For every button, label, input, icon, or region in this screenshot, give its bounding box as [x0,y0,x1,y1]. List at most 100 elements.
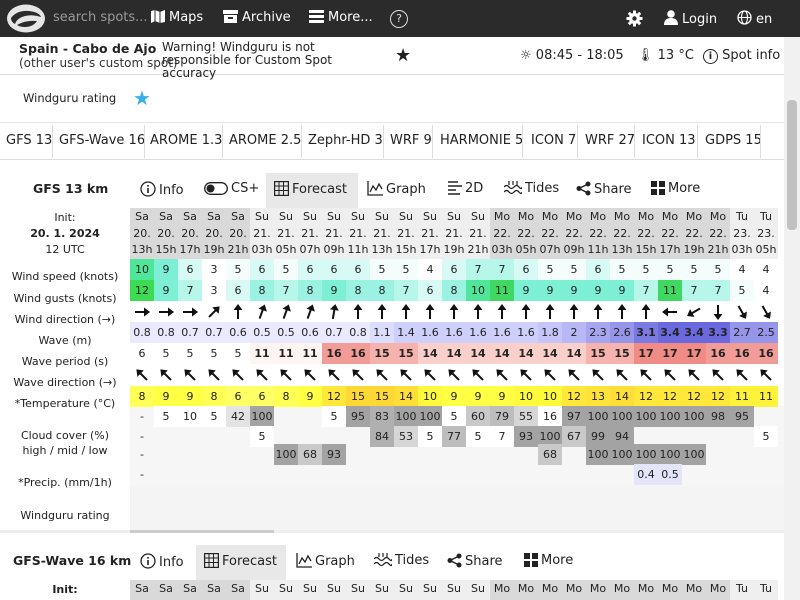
maps-link[interactable]: Maps [151,10,203,25]
cloud-high-cell: 100 [586,406,610,427]
temperature-cell: 9 [154,386,178,407]
wave-period-cell: 16 [706,343,730,364]
model-selector: GFS 13 GFS-Wave 16 AROME 1.3 AROME 2.5 Zephr… [0,123,784,160]
table-scroll-thumb[interactable] [130,530,274,533]
wave-tab-more[interactable]: More [516,545,581,580]
wind-speed-cell: 5 [226,259,250,280]
cloud-high-cell: 100 [250,406,274,427]
wave-tab-graph[interactable]: Graph [288,545,363,580]
favorite-star-icon[interactable]: ★ [395,45,411,66]
tab-graph[interactable]: Graph [359,173,434,208]
language-selector[interactable]: en [737,10,772,27]
wave-direction-arrow-icon [754,365,778,386]
more-menu[interactable]: More... [309,10,373,25]
sunrise-sunset: ☼ 08:45 - 18:05 [520,48,624,63]
precip-cell [250,464,274,485]
model-separator [301,125,302,158]
wind-speed-cell: 5 [706,259,730,280]
wind-speed-cell: 5 [538,259,562,280]
model-option[interactable]: WRF 27 [585,133,635,148]
cloud-low-cell: 68 [538,444,562,465]
wind-gusts-cell: 8 [370,280,394,301]
cloud-low-cell [754,444,778,465]
wind-speed-cell: 3 [202,259,226,280]
header-h: 09h [323,243,345,256]
wave-period-cell: 11 [274,343,298,364]
wind-speed-cell: 4 [730,259,754,280]
tab-cs[interactable]: CS+ [196,173,267,208]
wave-period-cell: 15 [610,343,634,364]
grid-icon [524,553,538,567]
wave-tab-forecast[interactable]: Forecast [196,545,286,580]
model-option[interactable]: ICON 13 [642,133,696,148]
precip-cell [226,464,250,485]
wind-gusts-cell: 7 [274,280,298,301]
settings-button[interactable] [626,10,647,29]
login-button[interactable]: Login [664,10,717,27]
wave-tab-share-label: Share [465,554,503,569]
temperature-cell: 13 [586,386,610,407]
wave-period-cell: 14 [418,343,442,364]
search-input[interactable]: search spots... [53,10,148,25]
archive-link[interactable]: Archive [223,10,291,25]
tab-tides[interactable]: Tides [496,173,567,208]
header-d: Mo [709,210,727,223]
wave-direction-arrow-icon [418,365,442,386]
wind-gusts-cell: 6 [418,280,442,301]
model-option[interactable]: GFS-Wave 16 [59,133,145,148]
help-icon[interactable]: ? [390,10,408,28]
header-h: 17h [659,243,681,256]
header-h: 07h [299,243,321,256]
wave-tab-info[interactable]: Info [132,545,192,580]
wind-direction-arrow-icon [490,302,514,323]
precip-cell [418,464,442,485]
model-option[interactable]: HARMONIE 5 [440,133,523,148]
model-option[interactable]: AROME 1.3 [150,133,222,148]
header-d: Su [399,210,413,223]
tab-graph-label: Graph [386,182,426,197]
spot-info-link[interactable]: i Spot info [703,48,780,64]
header-dt: 21. [469,226,487,240]
tab-forecast[interactable]: Forecast [266,173,358,208]
header-dt: 22. [493,226,511,240]
grid-icon [651,181,665,195]
wave-tab-tides[interactable]: Tides [366,545,437,580]
model-option[interactable]: ICON 7 [531,133,576,148]
graph-icon [367,181,383,196]
wind-gusts-cell: 10 [466,280,490,301]
wind-speed-cell: 7 [490,259,514,280]
tab-2d[interactable]: 2D [440,173,491,208]
lines-icon [448,181,462,195]
tab-info[interactable]: Info [132,173,192,208]
wind-direction-arrow-icon [682,302,706,323]
model-option[interactable]: WRF 9 [390,133,432,148]
header-dt: 20. [229,226,247,240]
header-dt: 22. [565,226,583,240]
table-scroll-track[interactable] [0,530,784,533]
wave-period-cell: 17 [658,343,682,364]
wind-direction-arrow-icon [634,302,658,323]
header-d: Su [351,210,365,223]
rating-label: Windguru rating [23,91,117,105]
sun-icon: ☼ [520,48,532,63]
model-option[interactable]: AROME 2.5 [229,133,301,148]
wave-tab-share[interactable]: Share [439,545,511,580]
header-d: Tu [759,210,773,223]
wave-direction-arrow-icon [394,365,418,386]
tab-more[interactable]: More [643,173,708,208]
model-option[interactable]: GFS 13 [6,133,52,148]
page-scrollbar-thumb[interactable] [787,100,797,230]
wind-gusts-cell: 7 [634,280,658,301]
model-option[interactable]: Zephr-HD 3 [308,133,383,148]
wave-direction-arrow-icon [658,365,682,386]
wind-direction-arrow-icon [610,302,634,323]
cloud-high-cell: 10 [178,406,202,427]
wave-direction-arrow-icon [274,365,298,386]
model-option[interactable]: GDPS 15 [705,133,762,148]
precip-cell [370,464,394,485]
windguru-logo[interactable] [5,3,47,34]
toggle-icon [204,182,228,195]
wave-cell: 3.4 [658,322,682,343]
tab-share[interactable]: Share [568,173,640,208]
header-d: Su [303,210,317,223]
